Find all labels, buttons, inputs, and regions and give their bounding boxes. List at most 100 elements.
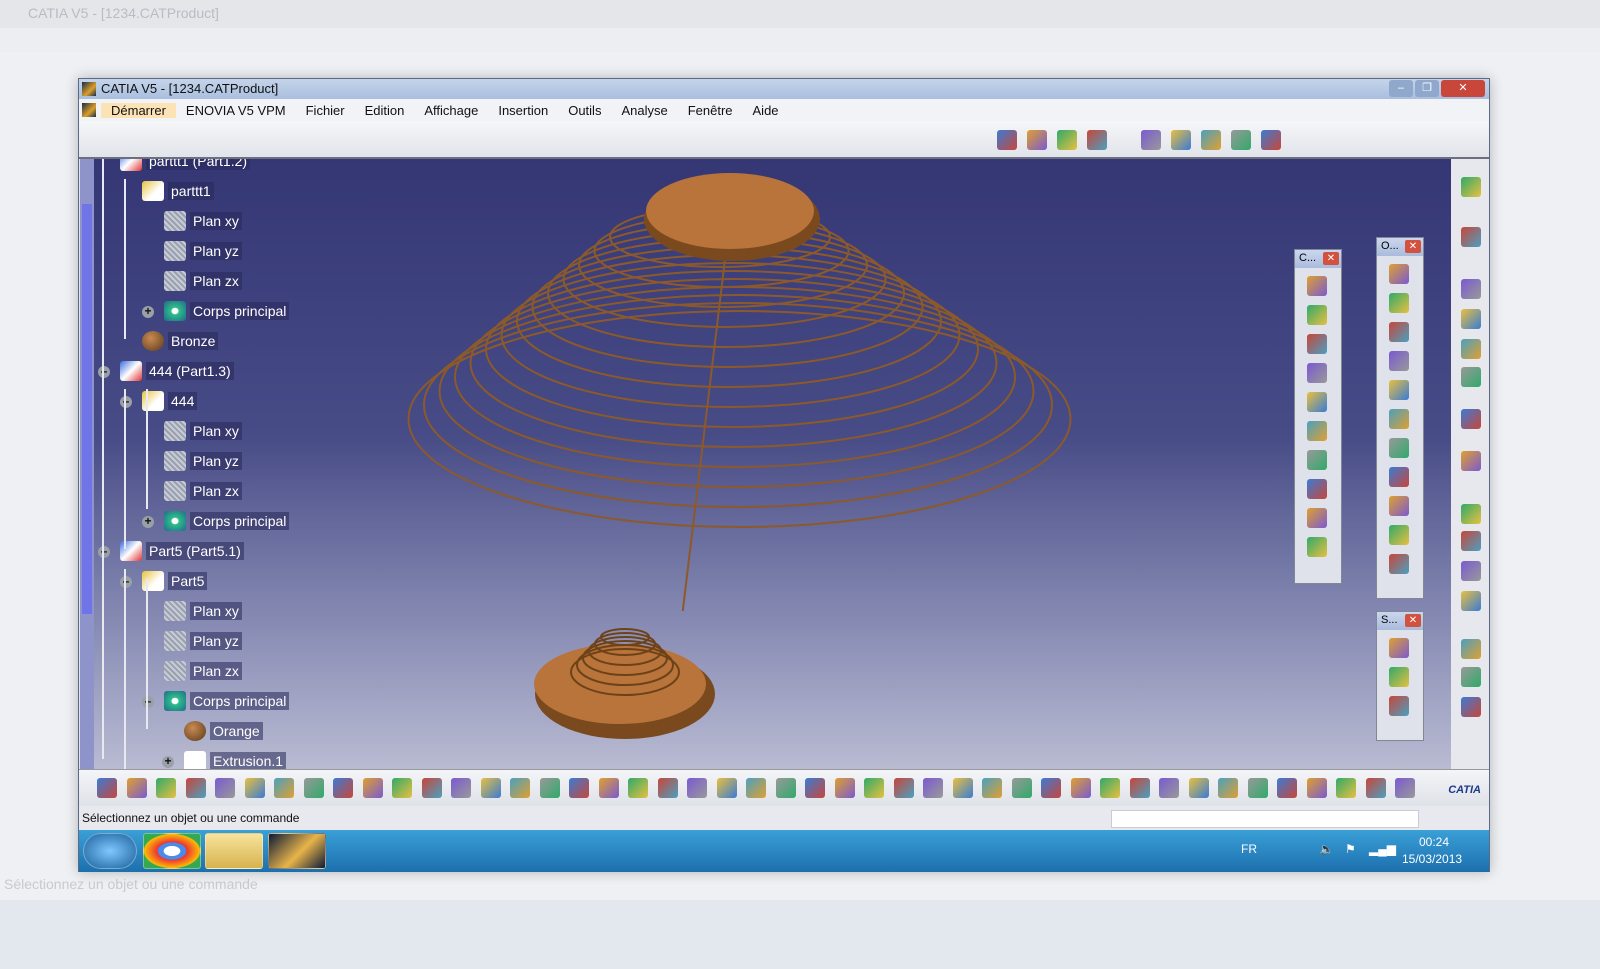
tree-node[interactable]: Plan yz	[164, 241, 242, 261]
floating-tool-icon[interactable]	[1389, 293, 1409, 313]
command-tool-icon[interactable]	[1395, 778, 1415, 798]
command-tool-icon[interactable]	[1306, 778, 1327, 798]
command-tool-icon[interactable]	[834, 778, 855, 798]
command-tool-icon[interactable]	[480, 778, 501, 798]
command-tool-icon[interactable]	[1100, 778, 1120, 798]
floating-tool-icon[interactable]	[1389, 264, 1409, 284]
menu-enovia-v5-vpm[interactable]: ENOVIA V5 VPM	[176, 103, 296, 118]
command-tool-icon[interactable]	[1336, 778, 1356, 798]
expand-toggle[interactable]: +	[142, 515, 154, 528]
command-tool-icon[interactable]	[1277, 778, 1297, 798]
workbench-tool-icon[interactable]	[1461, 561, 1481, 581]
floating-tool-icon[interactable]	[1307, 276, 1327, 296]
floating-tool-icon[interactable]	[1389, 496, 1409, 516]
restore-button[interactable]: ❐	[1415, 80, 1439, 97]
expand-toggle[interactable]: +	[142, 305, 154, 318]
tree-node[interactable]: Plan yz	[164, 631, 242, 651]
menu-outils[interactable]: Outils	[558, 103, 611, 118]
command-tool-icon[interactable]	[1041, 778, 1061, 798]
command-tool-icon[interactable]	[952, 778, 973, 798]
command-tool-icon[interactable]	[923, 778, 943, 798]
workbench-tool-icon[interactable]	[1461, 227, 1481, 247]
workbench-tool-icon[interactable]	[1461, 309, 1481, 329]
workbench-tool-icon[interactable]	[1461, 451, 1481, 471]
floating-tool-icon[interactable]	[1307, 392, 1327, 412]
workbench-tool-icon[interactable]	[1461, 367, 1481, 387]
floating-tool-icon[interactable]	[1307, 305, 1327, 325]
workbench-tool-icon[interactable]	[1461, 409, 1481, 429]
workbench-tool-icon[interactable]	[1461, 697, 1481, 717]
menu-fichier[interactable]: Fichier	[296, 103, 355, 118]
command-tool-icon[interactable]	[982, 778, 1002, 798]
command-input[interactable]	[1111, 810, 1419, 828]
toolbar-tool-icon[interactable]	[1171, 130, 1191, 150]
menu-affichage[interactable]: Affichage	[414, 103, 488, 118]
command-tool-icon[interactable]	[274, 778, 294, 798]
toolbar-tool-icon[interactable]	[1057, 130, 1077, 150]
command-tool-icon[interactable]	[539, 778, 560, 798]
3d-model[interactable]	[80, 159, 1451, 769]
collapse-toggle[interactable]: –	[142, 695, 154, 708]
collapse-toggle[interactable]: –	[98, 365, 110, 378]
tree-node[interactable]: Corps principal	[164, 301, 290, 321]
tree-scrollbar[interactable]	[80, 159, 94, 769]
floating-tool-icon[interactable]	[1389, 467, 1409, 487]
tree-node[interactable]: 444	[142, 391, 198, 411]
tree-node[interactable]: Plan xy	[164, 601, 242, 621]
tree-node[interactable]: Plan zx	[164, 481, 242, 501]
command-tool-icon[interactable]	[864, 778, 884, 798]
tree-node[interactable]: Extrusion.1	[184, 751, 287, 769]
tree-node[interactable]: Orange	[184, 721, 263, 741]
menu-d-marrer[interactable]: Démarrer	[101, 102, 176, 118]
clock-time[interactable]: 00:24	[1419, 835, 1449, 849]
menu-fen-tre[interactable]: Fenêtre	[678, 103, 743, 118]
taskbar-chrome[interactable]	[143, 833, 201, 869]
floating-tool-icon[interactable]	[1389, 667, 1409, 687]
tree-node[interactable]: Corps principal	[164, 691, 290, 711]
workbench-tool-icon[interactable]	[1461, 339, 1481, 359]
floating-tool-icon[interactable]	[1307, 450, 1327, 470]
command-tool-icon[interactable]	[687, 778, 707, 798]
workbench-tool-icon[interactable]	[1461, 531, 1481, 551]
floating-tool-icon[interactable]	[1389, 322, 1409, 342]
menu-insertion[interactable]: Insertion	[488, 103, 558, 118]
command-tool-icon[interactable]	[333, 778, 353, 798]
command-tool-icon[interactable]	[1218, 778, 1238, 798]
command-tool-icon[interactable]	[569, 778, 589, 798]
volume-icon[interactable]: 🔈	[1319, 842, 1334, 856]
tree-node[interactable]: Plan zx	[164, 271, 242, 291]
close-icon[interactable]: ✕	[1323, 252, 1339, 265]
tree-node[interactable]: Plan zx	[164, 661, 242, 681]
command-tool-icon[interactable]	[451, 778, 471, 798]
scrollbar-thumb[interactable]	[82, 204, 92, 614]
toolbar-tool-icon[interactable]	[1141, 130, 1161, 150]
floating-tool-icon[interactable]	[1307, 479, 1327, 499]
command-tool-icon[interactable]	[244, 778, 265, 798]
close-icon[interactable]: ✕	[1405, 240, 1421, 253]
toolbar-tool-icon[interactable]	[1027, 130, 1047, 150]
flag-icon[interactable]: ⚑	[1345, 842, 1356, 856]
collapse-toggle[interactable]: –	[120, 395, 132, 408]
menu-analyse[interactable]: Analyse	[611, 103, 677, 118]
command-tool-icon[interactable]	[1247, 778, 1268, 798]
command-tool-icon[interactable]	[657, 778, 678, 798]
tree-node[interactable]: Plan xy	[164, 211, 242, 231]
command-tool-icon[interactable]	[1129, 778, 1150, 798]
collapse-toggle[interactable]: –	[98, 545, 110, 558]
toolbar-tool-icon[interactable]	[1201, 130, 1221, 150]
close-icon[interactable]: ✕	[1405, 614, 1421, 627]
3d-viewport[interactable]: parttt1 (Part1.2) parttt1 Plan xy Plan yz Pl…	[80, 159, 1451, 769]
tree-node[interactable]: Corps principal	[164, 511, 290, 531]
command-tool-icon[interactable]	[392, 778, 412, 798]
command-tool-icon[interactable]	[303, 778, 324, 798]
floating-tool-icon[interactable]	[1389, 525, 1409, 545]
tree-node[interactable]: parttt1	[142, 181, 214, 201]
toolbar-tool-icon[interactable]	[1231, 130, 1251, 150]
toolbar-tool-icon[interactable]	[1087, 130, 1107, 150]
command-tool-icon[interactable]	[893, 778, 914, 798]
command-tool-icon[interactable]	[97, 778, 117, 798]
network-icon[interactable]: ▂▄▆	[1369, 842, 1396, 856]
command-tool-icon[interactable]	[1070, 778, 1091, 798]
command-tool-icon[interactable]	[510, 778, 530, 798]
workbench-tool-icon[interactable]	[1461, 639, 1481, 659]
